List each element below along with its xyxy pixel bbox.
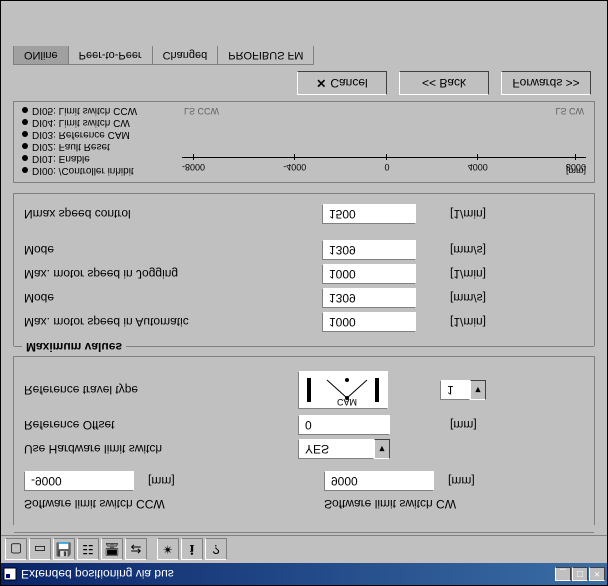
status-dot-icon xyxy=(22,143,28,149)
cancel-button[interactable]: ✕Cancel xyxy=(297,71,387,95)
status-dot-icon xyxy=(22,119,28,125)
unit-mm2: [mm] xyxy=(448,474,475,488)
max-row-input[interactable]: 1500 xyxy=(322,204,416,224)
ls-cw-label: LS CW xyxy=(555,106,584,116)
sw-limit-ccw-input[interactable]: -9000 xyxy=(24,471,134,491)
ref-travel-label: Reference travel type xyxy=(24,383,298,397)
max-values-group: Maximum values Max. motor speed in Autom… xyxy=(13,193,595,346)
ref-travel-diagram: CAM xyxy=(298,371,388,409)
max-row-label: Mode xyxy=(24,291,304,305)
help-icon[interactable]: ? xyxy=(205,539,227,561)
toolbar: ▢ ▭ 💾 ☷ 🖥 ⇄ ✴ ℹ ? xyxy=(1,535,607,563)
chevron-down-icon2[interactable]: ▼ xyxy=(470,380,486,400)
window-title: Extended positioning via bus xyxy=(21,567,174,581)
sw-limit-cw-input[interactable]: 9000 xyxy=(324,471,434,491)
sw-limit-ccw-label: Software limit switch CCW xyxy=(24,497,284,511)
close-button[interactable]: × xyxy=(589,567,605,581)
max-row-input[interactable]: 1309 xyxy=(322,240,416,260)
tabs: ONlinePeer-to-PeerChangedPROFIBUS FM xyxy=(13,46,601,65)
di-item: DI01: Enable xyxy=(22,152,182,164)
max-group-title: Maximum values xyxy=(22,340,126,354)
status-dot-icon xyxy=(22,155,28,161)
scale-panel: DI00: /Controller inhibitDI01: EnableDI0… xyxy=(13,101,595,183)
ref-travel-select[interactable]: 1 xyxy=(440,380,470,400)
new-icon[interactable]: ▢ xyxy=(5,539,27,561)
di-item: DI03: Reference CAM xyxy=(22,128,182,140)
config-icon[interactable]: ☷ xyxy=(77,539,99,561)
ref-offset-input[interactable]: 0 xyxy=(298,415,390,435)
ruler-unit: [mm] xyxy=(566,166,586,176)
tab-changed[interactable]: Changed xyxy=(152,46,219,65)
minimize-button[interactable]: _ xyxy=(555,567,571,581)
monitor-icon[interactable]: 🖥 xyxy=(101,539,123,561)
maximize-button[interactable]: □ xyxy=(572,567,588,581)
unit-mm3: [mm] xyxy=(450,418,477,432)
titlebar: Extended positioning via bus _ □ × xyxy=(1,563,607,585)
ref-offset-label: Reference Offset xyxy=(24,418,298,432)
save-icon[interactable]: 💾 xyxy=(53,539,75,561)
max-row-input[interactable]: 1309 xyxy=(322,288,416,308)
max-row-label: Nmax speed control xyxy=(24,207,304,221)
max-row-unit: [1/min] xyxy=(450,207,530,221)
app-icon xyxy=(3,567,17,581)
travel-group: Software limit switch CCW -9000 [mm] Sof… xyxy=(13,356,595,525)
unit-mm: [mm] xyxy=(148,474,175,488)
tab-online[interactable]: ONline xyxy=(13,46,69,65)
max-row-unit: [mm/s] xyxy=(450,291,530,305)
max-row-label: Max. motor speed in Automatic xyxy=(24,315,304,329)
ruler: -8000-4000040008000 [mm] xyxy=(182,108,586,176)
back-button[interactable]: << Back xyxy=(399,71,489,95)
open-icon[interactable]: ▭ xyxy=(29,539,51,561)
di-list: DI00: /Controller inhibitDI01: EnableDI0… xyxy=(22,108,182,176)
forward-button[interactable]: Forwards >> xyxy=(501,71,591,95)
tab-peertopeer[interactable]: Peer-to-Peer xyxy=(68,46,153,65)
max-row-label: Mode xyxy=(24,243,304,257)
hw-limit-select[interactable]: YES xyxy=(298,439,374,459)
max-row-unit: [1/min] xyxy=(450,315,530,329)
hw-limit-label: Use Hardware limit switch xyxy=(24,442,298,456)
ls-ccw-label: LS CCW xyxy=(184,106,219,116)
max-row-unit: [1/min] xyxy=(450,267,530,281)
max-row-input[interactable]: 1000 xyxy=(322,264,416,284)
status-dot-icon xyxy=(22,107,28,113)
di-item: DI00: /Controller inhibit xyxy=(22,164,182,176)
max-row-unit: [mm/s] xyxy=(450,243,530,257)
tab-profibusfm[interactable]: PROFIBUS FM xyxy=(217,46,314,65)
transfer-icon[interactable]: ⇄ xyxy=(125,539,147,561)
info-icon[interactable]: ℹ xyxy=(181,539,203,561)
status-dot-icon xyxy=(22,167,28,173)
chevron-down-icon[interactable]: ▼ xyxy=(374,439,390,459)
di-item: DI05: Limit switch CCW xyxy=(22,104,182,116)
max-row-input[interactable]: 1000 xyxy=(322,312,416,332)
status-dot-icon xyxy=(22,131,28,137)
di-item: DI02: Fault Reset xyxy=(22,140,182,152)
di-item: DI04: Limit switch CW xyxy=(22,116,182,128)
bug-icon[interactable]: ✴ xyxy=(157,539,179,561)
sw-limit-cw-label: Software limit switch CW xyxy=(324,497,584,511)
max-row-label: Max. motor speed in Jogging xyxy=(24,267,304,281)
